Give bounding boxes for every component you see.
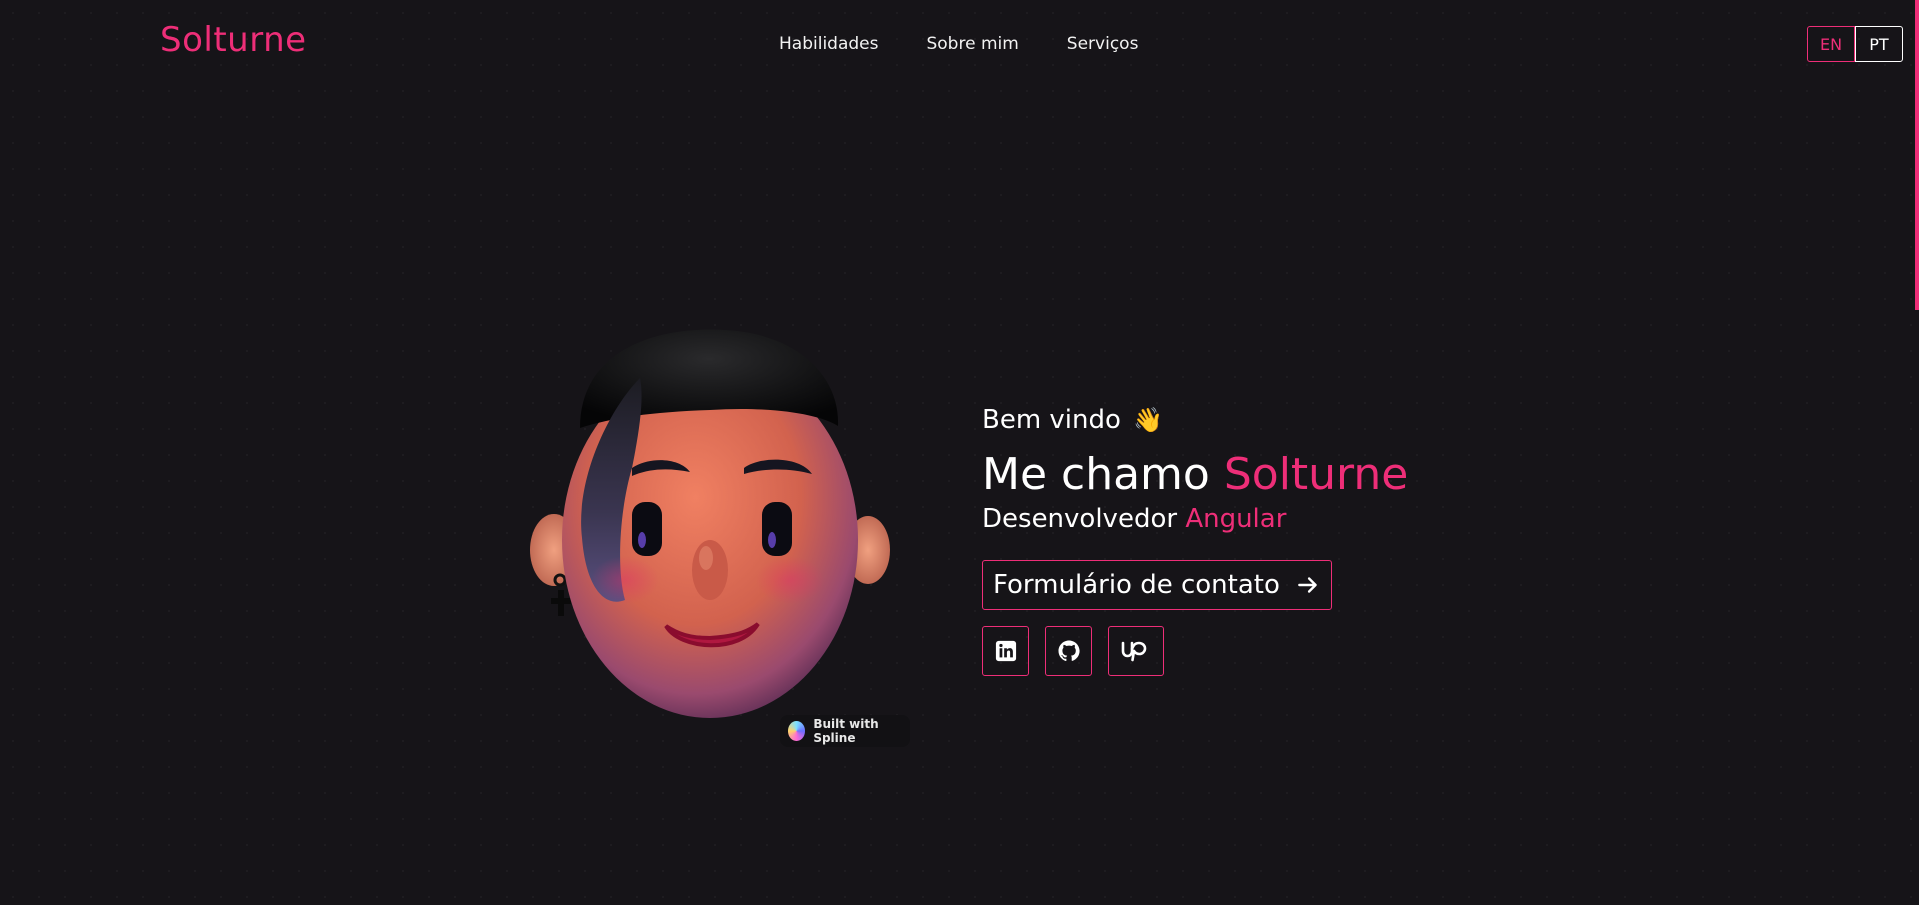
hero-role-accent: Angular xyxy=(1185,504,1287,534)
spline-logo-icon xyxy=(788,721,806,741)
nav-item-habilidades[interactable]: Habilidades xyxy=(779,34,878,54)
hero-title: Me chamo Solturne xyxy=(982,449,1408,500)
github-icon xyxy=(1058,640,1080,662)
social-links xyxy=(982,626,1408,676)
waving-hand-icon: 👋 xyxy=(1132,406,1163,434)
page: Solturne Habilidades Sobre mim Serviços … xyxy=(0,0,1919,905)
avatar-face-illustration xyxy=(530,329,890,718)
hero-role-prefix: Desenvolvedor xyxy=(982,504,1178,534)
lang-en-button[interactable]: EN xyxy=(1807,26,1855,62)
github-button[interactable] xyxy=(1045,626,1092,676)
welcome-text: Bem vindo xyxy=(982,405,1121,435)
site-logo[interactable]: Solturne xyxy=(160,20,307,60)
welcome-line: Bem vindo 👋 xyxy=(982,405,1408,435)
upwork-button[interactable] xyxy=(1108,626,1164,676)
hero-subtitle: Desenvolvedor Angular xyxy=(982,504,1408,534)
nav-item-servicos[interactable]: Serviços xyxy=(1067,34,1139,54)
hero-title-name: Solturne xyxy=(1223,449,1409,500)
main-nav: Habilidades Sobre mim Serviços xyxy=(779,34,1138,54)
language-switcher: EN PT xyxy=(1807,26,1903,62)
spline-badge-label: Built with Spline xyxy=(813,717,879,745)
linkedin-button[interactable] xyxy=(982,626,1029,676)
avatar-3d[interactable] xyxy=(520,318,920,718)
scrollbar-thumb[interactable] xyxy=(1915,0,1919,310)
contact-form-button[interactable]: Formulário de contato xyxy=(982,560,1332,610)
arrow-right-icon xyxy=(1298,577,1317,593)
lang-pt-button[interactable]: PT xyxy=(1855,26,1903,62)
upwork-icon xyxy=(1121,641,1147,662)
built-with-spline-badge[interactable]: Built with Spline xyxy=(780,715,910,747)
contact-form-label: Formulário de contato xyxy=(993,570,1280,600)
hero-title-prefix: Me chamo xyxy=(982,449,1210,500)
linkedin-icon xyxy=(995,640,1016,662)
nav-item-sobre-mim[interactable]: Sobre mim xyxy=(926,34,1018,54)
hero-section: Bem vindo 👋 Me chamo Solturne Desenvolve… xyxy=(982,405,1408,676)
